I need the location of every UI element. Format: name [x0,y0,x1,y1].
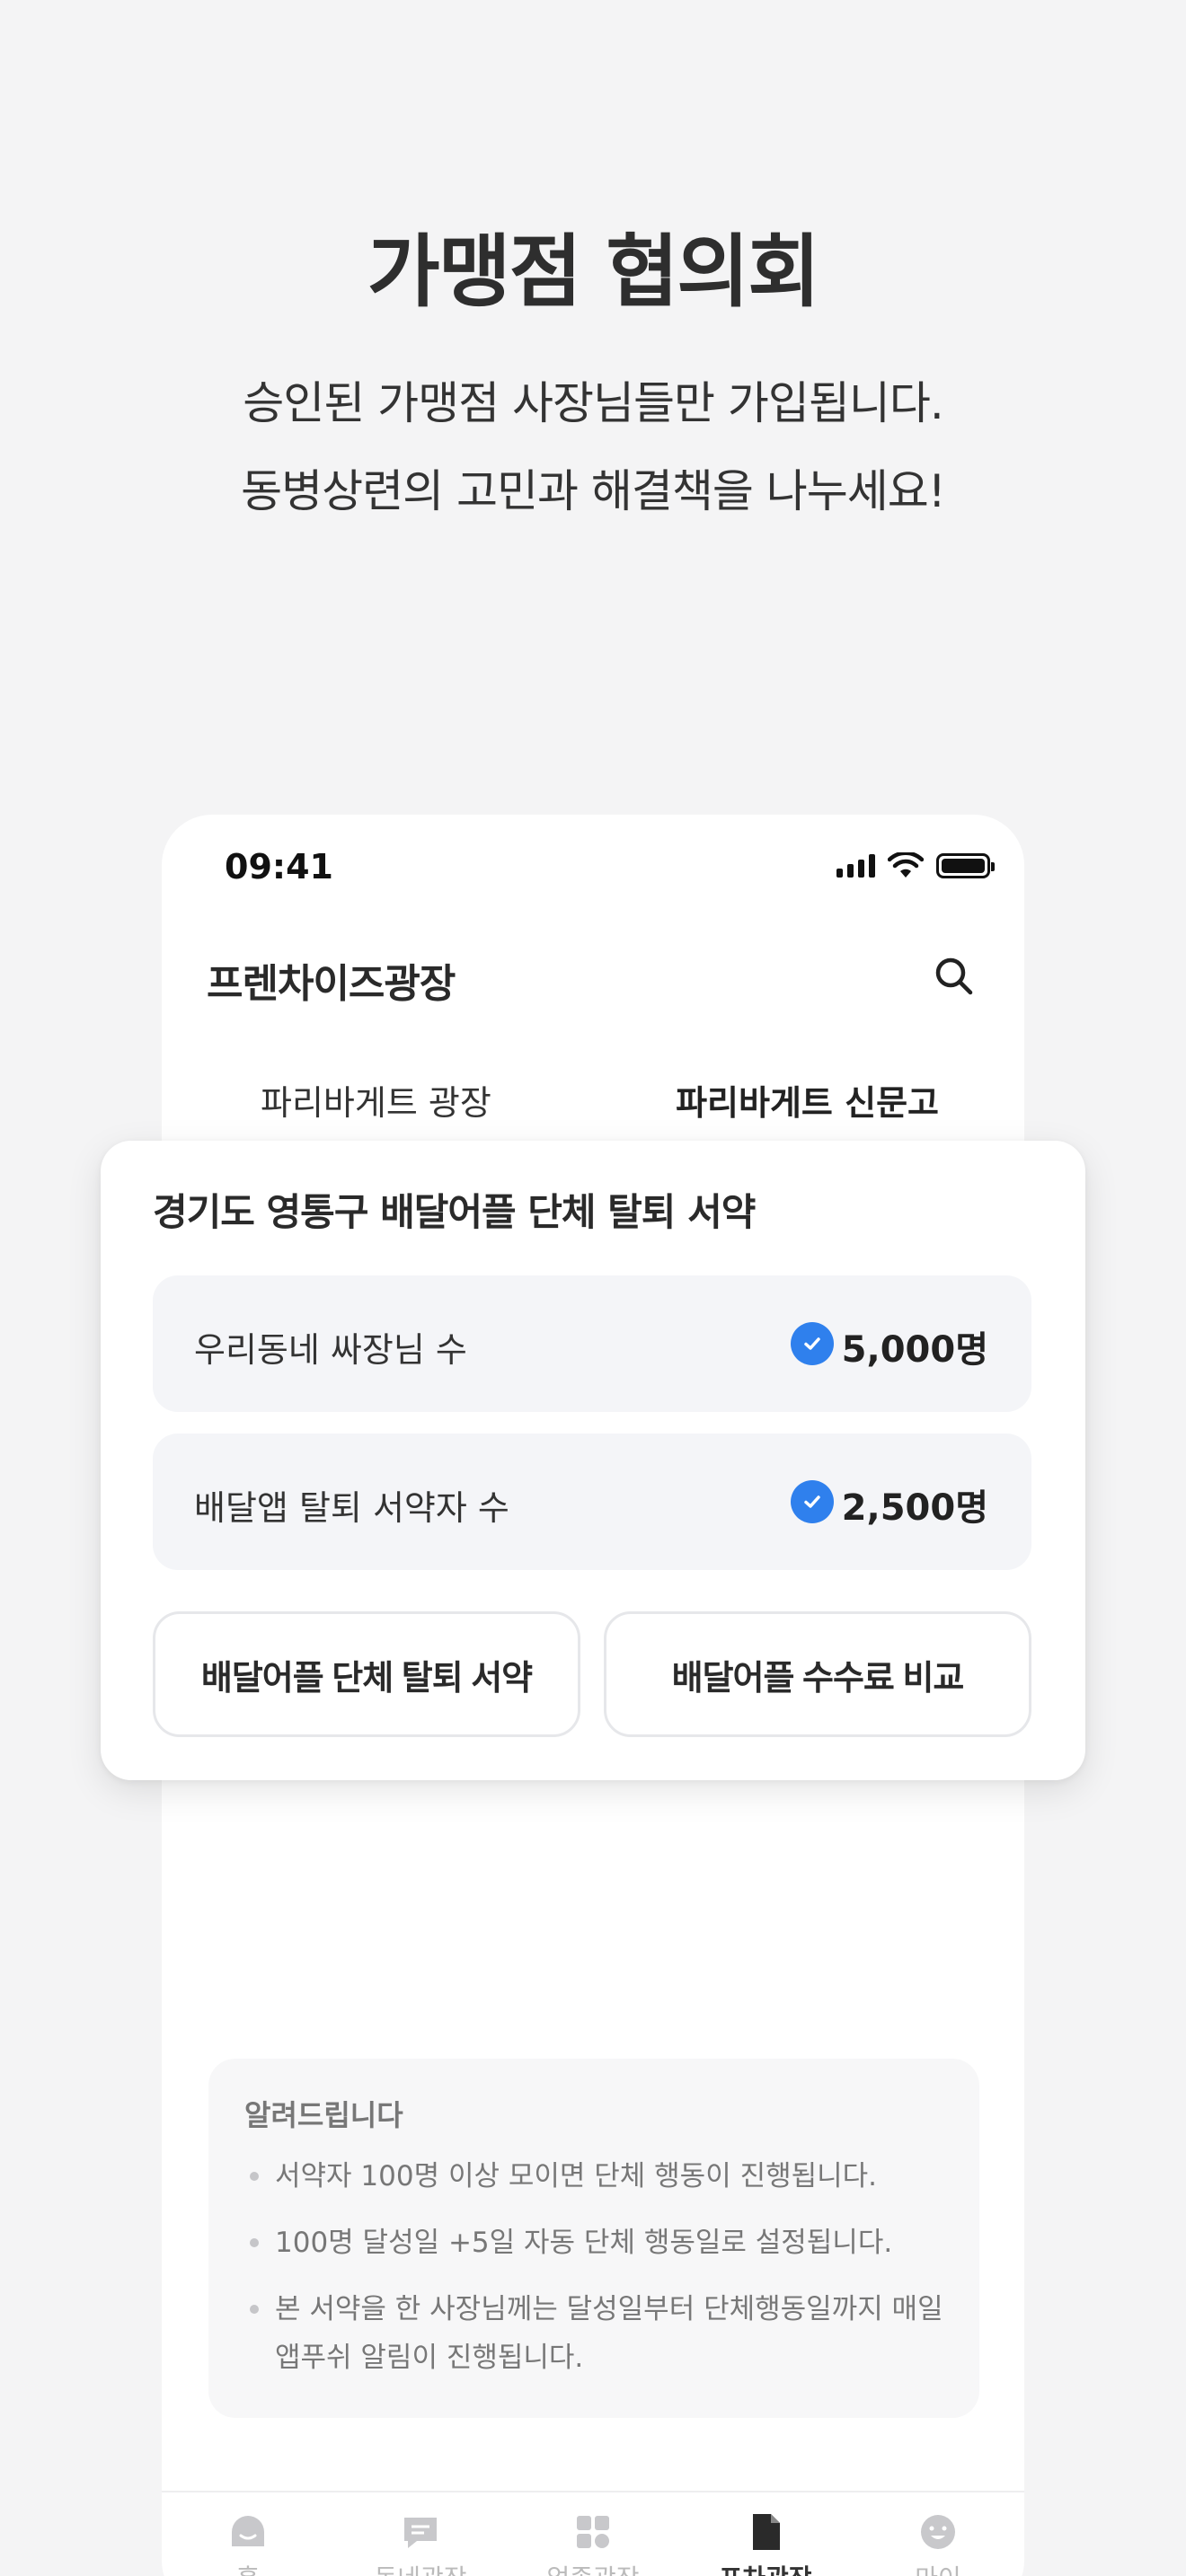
smile-icon [921,2515,955,2549]
card-title: 경기도 영통구 배달어플 단체 탈퇴 서약 [153,1190,756,1234]
chat-icon [404,2518,437,2548]
notice-title: 알려드립니다 [244,2098,403,2132]
notice-list: 서약자 100명 이상 모이면 단체 행동이 진행됩니다. 100명 달성일 +… [244,2152,943,2382]
status-time: 09:41 [225,847,333,887]
notice-item: 100명 달성일 +5일 자동 단체 행동일로 설정됩니다. [244,2219,943,2267]
compare-fees-button[interactable]: 배달어플 수수료 비교 [604,1611,1031,1737]
stat-label: 우리동네 싸장님 수 [194,1330,467,1370]
nav-label: 프차광장 [719,2559,811,2576]
notice-item: 서약자 100명 이상 모이면 단체 행동이 진행됩니다. [244,2152,943,2201]
nav-item-neighborhood[interactable]: 동네광장 [334,2492,507,2576]
tab-paris-complaints[interactable]: 파리바게트 신문고 [676,1075,939,1125]
status-icons [836,852,995,879]
pledge-card: 경기도 영통구 배달어플 단체 탈퇴 서약 우리동네 싸장님 수 5,000명 … [101,1141,1085,1780]
check-circle-icon [791,1322,834,1365]
document-icon [753,2514,780,2550]
bottom-nav: 홈 동네광장 업종광장 [162,2491,1024,2576]
search-icon[interactable] [929,951,979,1001]
home-icon [232,2516,264,2546]
nav-item-my[interactable]: 마이 [852,2492,1024,2576]
tab-paris-plaza[interactable]: 파리바게트 광장 [261,1075,491,1125]
pledge-button[interactable]: 배달어플 단체 탈퇴 서약 [153,1611,580,1737]
nav-item-industry[interactable]: 업종광장 [507,2492,679,2576]
nav-label: 마이 [915,2559,961,2576]
stat-value: 2,500명 [841,1487,988,1529]
stat-row-pledgers: 배달앱 탈퇴 서약자 수 2,500명 [153,1434,1031,1570]
wifi-icon [888,852,924,878]
stat-row-owners: 우리동네 싸장님 수 5,000명 [153,1275,1031,1412]
app-title: 프렌차이즈광장 [207,961,456,1007]
nav-item-franchise[interactable]: 프차광장 [679,2492,852,2576]
nav-item-home[interactable]: 홈 [162,2492,334,2576]
stat-value: 5,000명 [841,1329,988,1371]
stat-label: 배달앱 탈퇴 서약자 수 [194,1488,509,1528]
nav-label: 동네광장 [374,2559,466,2576]
notice-item: 본 서약을 한 사장님께는 달성일부터 단체행동일까지 매일 앱푸쉬 알림이 진… [244,2285,943,2382]
hero-subtitle-line2: 동병상련의 고민과 해결책을 나누세요! [241,465,946,517]
check-circle-icon [791,1480,834,1523]
page: 가맹점 협의회 승인된 가맹점 사장님들만 가입됩니다. 동병상련의 고민과 해… [0,0,1186,2576]
nav-label: 홈 [236,2559,260,2576]
grid-icon [577,2516,609,2548]
signal-icon [836,854,875,878]
hero-title: 가맹점 협의회 [367,225,820,318]
hero-subtitle: 승인된 가맹점 사장님들만 가입됩니다. 동병상련의 고민과 해결책을 나누세요… [0,359,1186,535]
nav-label: 업종광장 [546,2559,639,2576]
notice-box: 알려드립니다 서약자 100명 이상 모이면 단체 행동이 진행됩니다. 100… [208,2059,979,2418]
battery-icon [936,853,995,878]
hero-subtitle-line1: 승인된 가맹점 사장님들만 가입됩니다. [243,377,944,429]
